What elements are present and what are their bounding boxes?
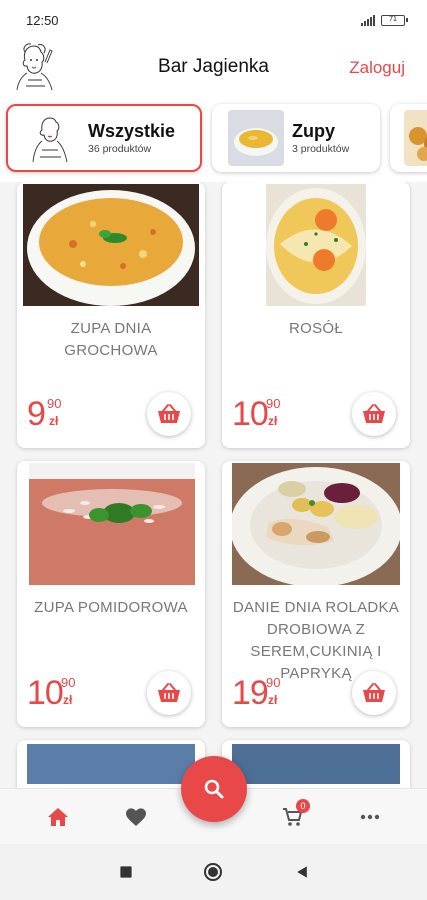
price-main: 10: [27, 674, 64, 712]
search-button[interactable]: [181, 756, 247, 822]
home-icon[interactable]: [44, 803, 72, 831]
signal-icon: [361, 14, 375, 26]
back-icon[interactable]: [292, 862, 312, 882]
price-currency: zł: [63, 693, 73, 707]
category-soups-image: [228, 110, 284, 166]
category-all-name: Wszystkie: [88, 121, 176, 141]
product-name: ZUPA DNIA GROCHOWA: [64, 320, 158, 359]
product-grid[interactable]: ZUPA DNIA GROCHOWA 9 90 zł ROSÓŁ 10 90 z…: [0, 182, 427, 788]
product-price: 9 90 zł: [27, 394, 97, 434]
product-name: ROSÓŁ: [288, 320, 343, 337]
product-image: [232, 744, 400, 784]
category-all-image: [24, 110, 80, 166]
product-image-tomato-soup: [29, 463, 195, 585]
price-main: 9: [27, 395, 46, 433]
cart-count-badge: 0: [296, 799, 310, 813]
price-currency: zł: [268, 693, 278, 707]
product-price: 10 90 zł: [232, 394, 302, 434]
home-circle-icon[interactable]: [203, 862, 223, 882]
cart-icon[interactable]: 0: [278, 799, 310, 831]
add-to-cart-button[interactable]: [147, 671, 191, 715]
product-image-broth: [266, 184, 366, 306]
product-image: [27, 744, 195, 784]
category-strip[interactable]: Wszystkie 36 produktów Zupy 3 produktów: [0, 96, 427, 182]
price-main: 10: [232, 395, 269, 433]
price-cents: 90: [61, 675, 76, 690]
basket-icon: [158, 404, 180, 423]
price-main: 19: [232, 674, 269, 712]
price-currency: zł: [49, 414, 59, 428]
status-icons: 71: [361, 14, 408, 26]
category-soups[interactable]: Zupy 3 produktów: [212, 104, 380, 172]
battery-icon: 71: [381, 14, 408, 26]
product-image-chicken-roulade: [232, 463, 400, 585]
price-cents: 90: [266, 675, 281, 690]
product-card[interactable]: [222, 740, 410, 788]
product-price: 10 90 zł: [27, 673, 97, 713]
system-nav-bar: [0, 844, 427, 900]
product-card[interactable]: DANIE DNIA ROLADKA DROBIOWA Z SEREM,CUKI…: [222, 461, 410, 727]
product-card[interactable]: ZUPA POMIDOROWA 10 90 zł: [17, 461, 205, 727]
add-to-cart-button[interactable]: [352, 392, 396, 436]
add-to-cart-button[interactable]: [352, 671, 396, 715]
price-currency: zł: [268, 414, 278, 428]
more-icon[interactable]: [356, 803, 384, 831]
category-soups-name: Zupy: [292, 121, 335, 141]
product-card[interactable]: ROSÓŁ 10 90 zł: [222, 182, 410, 448]
product-name: ZUPA POMIDOROWA: [34, 599, 188, 616]
price-cents: 90: [47, 396, 62, 411]
add-to-cart-button[interactable]: [147, 392, 191, 436]
price-cents: 90: [266, 396, 281, 411]
status-bar: 12:50 71: [0, 0, 427, 40]
login-button[interactable]: Zaloguj: [349, 58, 405, 78]
recents-icon[interactable]: [116, 862, 136, 882]
app-header: Bar Jagienka Zaloguj: [0, 40, 427, 96]
search-icon: [204, 779, 224, 799]
heart-icon[interactable]: [122, 803, 150, 831]
product-card[interactable]: ZUPA DNIA GROCHOWA 9 90 zł: [17, 182, 205, 448]
product-card[interactable]: [17, 740, 205, 788]
product-price: 19 90 zł: [232, 673, 302, 713]
basket-icon: [363, 404, 385, 423]
basket-icon: [158, 683, 180, 702]
category-next-image: [404, 110, 427, 166]
status-time: 12:50: [26, 12, 59, 28]
basket-icon: [363, 683, 385, 702]
category-all[interactable]: Wszystkie 36 produktów: [6, 104, 202, 172]
category-soups-count: 3 produktów: [292, 143, 350, 155]
category-next[interactable]: [390, 104, 427, 172]
category-all-count: 36 produktów: [88, 143, 152, 155]
product-image-pea-soup: [23, 184, 199, 306]
